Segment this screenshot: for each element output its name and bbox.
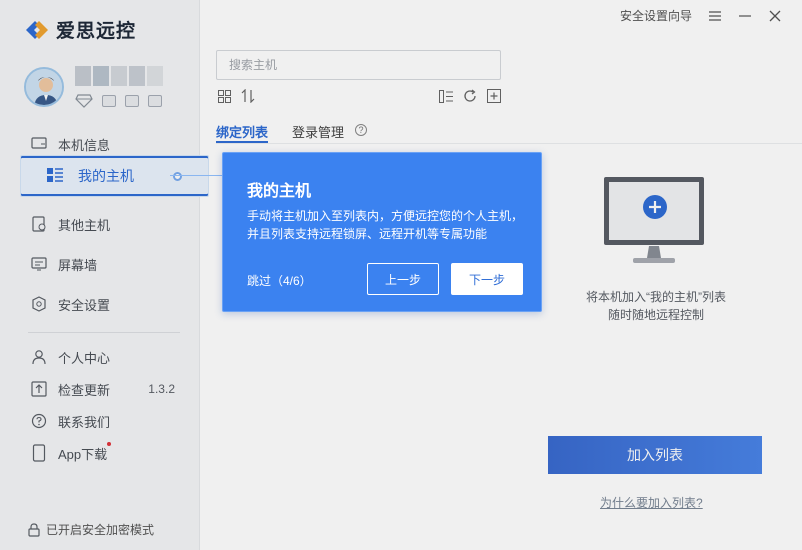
logo-mark-icon: [26, 20, 48, 39]
username-blurred: [75, 66, 165, 86]
avatar[interactable]: [24, 67, 64, 107]
title-bar: 安全设置向导: [620, 7, 782, 24]
onboarding-guide-popover: 我的主机 手动将主机加入至列表内，方便远控您的个人主机，并且列表支持远程锁屏、远…: [222, 152, 542, 312]
app-logo: 爱思远控: [24, 16, 136, 43]
sidebar-item-local-info[interactable]: 本机信息: [30, 132, 180, 156]
user-icon: [30, 348, 48, 366]
sidebar-item-other-hosts[interactable]: 其他主机: [30, 212, 180, 236]
sidebar-item-app-download[interactable]: App下载: [30, 441, 180, 465]
empty-text-line1: 将本机加入“我的主机”列表: [586, 290, 726, 304]
guide-title: 我的主机: [247, 183, 312, 200]
sidebar-item-label: 联系我们: [58, 414, 111, 430]
grid-view-icon[interactable]: [216, 88, 232, 104]
sidebar-item-label: 本机信息: [58, 137, 111, 153]
shield-gear-icon: [30, 295, 48, 313]
list-view-icon[interactable]: [438, 88, 454, 104]
tab-bind-list[interactable]: 绑定列表: [216, 122, 268, 141]
other-host-icon: [30, 215, 48, 233]
sidebar-item-label: 安全设置: [58, 297, 111, 313]
phone-icon: [30, 444, 48, 462]
tab-login-management[interactable]: 登录管理: [292, 122, 344, 141]
empty-text-line2: 随时随地远程控制: [607, 308, 704, 322]
sidebar: 爱思远控 本机信息 我的主机 其他主机 屏幕墙 安全设置 个人中心 检查更新 1…: [0, 0, 209, 550]
user-badges: [75, 94, 162, 108]
new-badge-dot: [107, 442, 111, 446]
host-list-icon: [46, 166, 64, 187]
badge-icon: [125, 95, 139, 107]
guide-skip-link[interactable]: 跳过（4/6）: [247, 272, 312, 289]
search-input[interactable]: [216, 50, 501, 80]
sidebar-divider: [28, 332, 180, 333]
help-circle-icon: [30, 412, 48, 430]
tabs-divider: [216, 143, 802, 144]
avatar-person-icon: [26, 69, 62, 105]
secure-mode-label: 已开启安全加密模式: [46, 523, 155, 537]
sidebar-item-label: 其他主机: [58, 217, 111, 233]
sidebar-item-label: App下载: [58, 446, 108, 462]
guide-prev-button[interactable]: 上一步: [367, 263, 439, 295]
logo-text: 爱思远控: [56, 21, 137, 42]
security-wizard-link[interactable]: 安全设置向导: [620, 7, 692, 24]
badge-icon: [102, 95, 116, 107]
sidebar-item-label: 检查更新: [58, 382, 111, 398]
minimize-icon[interactable]: [738, 9, 752, 23]
guide-body: 手动将主机加入至列表内，方便远控您的个人主机，并且列表支持远程锁屏、远程开机等专…: [247, 209, 524, 241]
add-to-list-button[interactable]: 加入列表: [548, 436, 762, 474]
empty-monitor-illustration: [603, 176, 707, 267]
question-icon[interactable]: ?: [355, 124, 367, 136]
version-label: 1.3.2: [148, 382, 175, 396]
guide-next-button[interactable]: 下一步: [451, 263, 523, 295]
sidebar-item-label: 个人中心: [58, 350, 111, 366]
secure-mode-status: 已开启安全加密模式: [28, 521, 154, 538]
guide-anchor-dot: [173, 172, 182, 181]
monitor-icon: [30, 135, 48, 153]
monitor-add-icon: [604, 177, 704, 263]
diamond-icon: [75, 94, 93, 108]
sidebar-item-my-hosts[interactable]: 我的主机: [20, 155, 209, 197]
screen-wall-icon: [30, 255, 48, 273]
refresh-icon[interactable]: [462, 88, 478, 104]
sidebar-item-security[interactable]: 安全设置: [30, 292, 180, 316]
sidebar-item-contact-us[interactable]: 联系我们: [30, 409, 180, 433]
why-add-link[interactable]: 为什么要加入列表?: [600, 494, 703, 511]
sidebar-item-label: 我的主机: [78, 168, 134, 184]
lock-icon: [28, 522, 40, 537]
sort-icon[interactable]: [240, 88, 256, 104]
guide-connector-line: [170, 175, 222, 176]
sidebar-item-screen-wall[interactable]: 屏幕墙: [30, 252, 180, 276]
close-icon[interactable]: [768, 9, 782, 23]
sidebar-item-label: 屏幕墙: [58, 257, 98, 273]
update-icon: [30, 380, 48, 398]
add-host-icon[interactable]: [486, 88, 502, 104]
sidebar-item-personal-center[interactable]: 个人中心: [30, 345, 180, 369]
empty-state-text: 将本机加入“我的主机”列表 随时随地远程控制: [560, 288, 752, 324]
menu-icon[interactable]: [708, 9, 722, 23]
badge-icon: [148, 95, 162, 107]
